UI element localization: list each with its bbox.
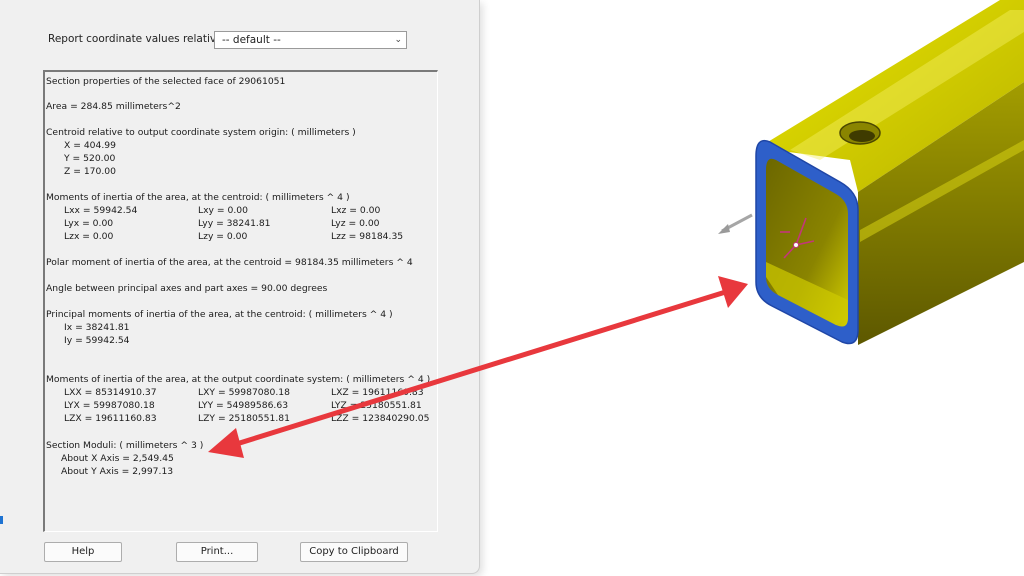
- output-lzx: LZX = 19611160.83: [64, 413, 157, 424]
- output-lxx: LXX = 85314910.37: [64, 387, 157, 398]
- tube-top-face: [758, 0, 1024, 192]
- output-lyx: LYX = 59987080.18: [64, 400, 155, 411]
- output-lzy: LZY = 25180551.81: [198, 413, 290, 424]
- chevron-down-icon: ⌄: [394, 35, 402, 45]
- output-lxy: LXY = 59987080.18: [198, 387, 290, 398]
- coordinate-system-select-value: -- default --: [222, 34, 281, 46]
- moment-lxz: Lxz = 0.00: [331, 205, 381, 216]
- centroid-z: Z = 170.00: [64, 166, 116, 177]
- area-value: Area = 284.85 millimeters^2: [46, 101, 181, 112]
- tube-hole: [839, 121, 881, 145]
- help-button[interactable]: Help: [44, 542, 122, 562]
- principal-iy: Iy = 59942.54: [64, 335, 130, 346]
- output-lyz: LYZ = 25180551.81: [331, 400, 422, 411]
- output-lxz: LXZ = 19611160.83: [331, 387, 424, 398]
- section-properties-dialog: Report coordinate values relative to: --…: [0, 0, 480, 574]
- principal-ix: Ix = 38241.81: [64, 322, 130, 333]
- principal-angle: Angle between principal axes and part ax…: [46, 283, 328, 294]
- tube-hole-inner: [849, 130, 875, 142]
- moment-lyx: Lyx = 0.00: [64, 218, 114, 229]
- moment-lxx: Lxx = 59942.54: [64, 205, 138, 216]
- print-button[interactable]: Print...: [176, 542, 258, 562]
- moment-lxy: Lxy = 0.00: [198, 205, 248, 216]
- centroid-y: Y = 520.00: [64, 153, 116, 164]
- tube-inner-opening: [766, 158, 848, 327]
- tube-side-highlight: [860, 140, 1024, 242]
- selected-face: [755, 139, 859, 345]
- centroid-heading: Centroid relative to output coordinate s…: [46, 127, 356, 138]
- section-moduli-heading: Section Moduli: ( millimeters ^ 3 ): [46, 440, 204, 451]
- report-coordinates-label: Report coordinate values relative to:: [48, 33, 240, 45]
- centroid-x: X = 404.99: [64, 140, 116, 151]
- window-edge-marker: [0, 516, 3, 524]
- triad-origin-icon: [793, 242, 799, 248]
- results-heading: Section properties of the selected face …: [46, 76, 286, 87]
- coordinate-system-select[interactable]: -- default -- ⌄: [214, 31, 407, 49]
- view-direction-arrow-icon: [718, 213, 753, 234]
- square-tube-model[interactable]: [755, 0, 1024, 345]
- modulus-y-axis: About Y Axis = 2,997.13: [61, 466, 174, 477]
- tube-top-highlight: [790, 10, 1024, 160]
- moments-heading: Moments of inertia of the area, at the c…: [46, 192, 350, 203]
- output-moments-heading: Moments of inertia of the area, at the o…: [46, 374, 431, 385]
- moment-lzx: Lzx = 0.00: [64, 231, 114, 242]
- output-lzz: LZZ = 123840290.05: [331, 413, 430, 424]
- section-properties-results[interactable]: Section properties of the selected face …: [43, 70, 438, 532]
- principal-heading: Principal moments of inertia of the area…: [46, 309, 393, 320]
- modulus-x-axis: About X Axis = 2,549.45: [61, 453, 174, 464]
- moment-lyz: Lyz = 0.00: [331, 218, 380, 229]
- output-lyy: LYY = 54989586.63: [198, 400, 289, 411]
- coordinate-triad-icon: [780, 217, 815, 259]
- tube-inner-bottom: [766, 262, 848, 325]
- tube-side-face: [858, 82, 1024, 345]
- copy-to-clipboard-button[interactable]: Copy to Clipboard: [300, 542, 408, 562]
- moment-lzy: Lzy = 0.00: [198, 231, 248, 242]
- moment-lzz: Lzz = 98184.35: [331, 231, 404, 242]
- polar-moment: Polar moment of inertia of the area, at …: [46, 257, 413, 268]
- moment-lyy: Lyy = 38241.81: [198, 218, 271, 229]
